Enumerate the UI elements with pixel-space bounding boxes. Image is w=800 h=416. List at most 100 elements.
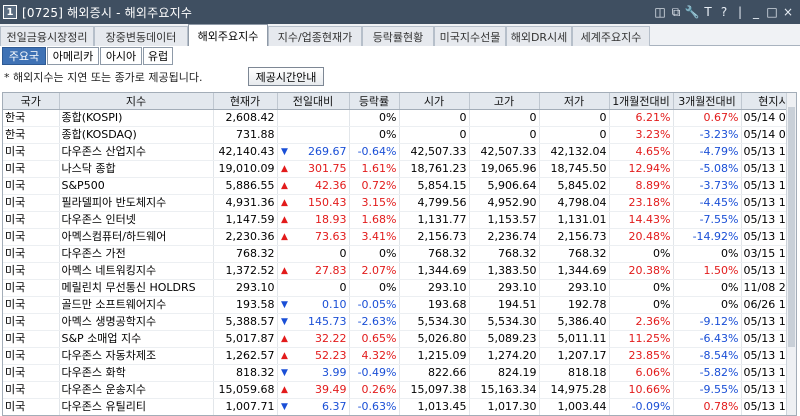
tab-intraday-data[interactable]: 장중변동데이터 [94,26,188,46]
change-cell: ▼ 3.99 [277,364,350,382]
table-row[interactable]: 미국 다우존스 산업지수 42,140.43 ▼ 269.67 -0.64% 42,507.… [3,143,796,161]
month1-cell: 0% [609,279,674,297]
minimize-icon[interactable]: _ [748,5,764,19]
subtab-major[interactable]: 주요국 [2,47,46,65]
tab-rate-status[interactable]: 등락률현황 [362,26,434,46]
tab-world-indices[interactable]: 세계주요지수 [572,26,650,46]
month1-cell: 6.06% [609,364,674,382]
table-row[interactable]: 미국 필라델피아 반도체지수 4,931.36 ▲ 150.43 3.15% 4,799.5… [3,194,796,212]
country-cell: 미국 [3,228,60,246]
change-cell: ▼ 269.67 [277,143,350,161]
price-cell: 5,886.55 [213,177,278,195]
column-header[interactable]: 등락률 [349,93,400,110]
open-cell: 0 [399,126,470,144]
copy-window-icon[interactable]: ⧉ [668,5,684,20]
open-cell: 822.66 [399,364,470,382]
subtab-americas[interactable]: 아메리카 [47,47,99,65]
low-cell: 768.32 [539,245,610,263]
open-cell: 293.10 [399,279,470,297]
time-info-button[interactable]: 제공시간안내 [248,67,324,86]
month1-cell: 23.18% [609,194,674,212]
table-row[interactable]: 미국 다우존스 자동차제조 1,262.57 ▲ 52.23 4.32% 1,215.09 1… [3,347,796,365]
help-icon[interactable]: ? [716,5,732,19]
tab-index-sector-price[interactable]: 지수/업종현재가 [268,26,362,46]
tab-overseas-indices[interactable]: 해외주요지수 [188,24,268,46]
tab-market-summary[interactable]: 전일금융시장정리 [0,26,94,46]
column-header[interactable]: 현재가 [213,93,278,110]
settings-icon[interactable]: 🔧 [684,5,700,19]
tab-us-index-futures[interactable]: 미국지수선물 [434,26,506,46]
up-arrow-icon: ▲ [281,164,288,174]
high-cell: 768.32 [469,245,540,263]
table-row[interactable]: 미국 아멕스컴퓨터/하드웨어 2,230.36 ▲ 73.63 3.41% 2,156.73… [3,228,796,246]
column-header[interactable]: 저가 [539,93,610,110]
month3-cell: 0.67% [673,109,742,127]
column-header[interactable]: 전일대비 [277,93,350,110]
table-row[interactable]: 미국 나스닥 종합 19,010.09 ▲ 301.75 1.61% 18,761.23 19… [3,160,796,178]
rate-cell: 0% [349,245,400,263]
change-value: 0.10 [322,298,347,311]
up-arrow-icon: ▲ [281,215,288,225]
high-cell: 824.19 [469,364,540,382]
month1-cell: 12.94% [609,160,674,178]
table-row[interactable]: 미국 아멕스 네트워킹지수 1,372.52 ▲ 27.83 2.07% 1,344.69 1… [3,262,796,280]
subtab-asia[interactable]: 아시아 [100,47,142,65]
no-change-icon [280,246,290,262]
vertical-scrollbar[interactable] [786,93,796,415]
column-header[interactable]: 3개월전대비 [673,93,742,110]
table-row[interactable]: 한국 종합(KOSDAQ) 731.88 0% 0 0 0 3.23% -3.23% 05/14 … [3,126,796,144]
change-cell: 0 [277,279,350,297]
price-cell: 193.58 [213,296,278,314]
change-value: 32.22 [315,332,347,345]
month3-cell: -4.79% [673,143,742,161]
scrollbar-thumb[interactable] [788,107,795,347]
price-cell: 4,931.36 [213,194,278,212]
column-header[interactable]: 시가 [399,93,470,110]
country-cell: 미국 [3,143,60,161]
table-row[interactable]: 미국 다우존스 운송지수 15,059.68 ▲ 39.49 0.26% 15,097.38… [3,381,796,399]
change-value: 42.36 [315,179,347,192]
index-name-cell: 나스닥 종합 [59,160,214,178]
table-row[interactable]: 한국 종합(KOSPI) 2,608.42 0% 0 0 0 6.21% 0.67% 05/14 … [3,109,796,127]
high-cell: 5,906.64 [469,177,540,195]
change-cell: ▲ 42.36 [277,177,350,195]
region-tab-bar: 주요국 아메리카 아시아 유럽 [0,46,800,66]
rate-cell: -0.05% [349,296,400,314]
window-number-badge: 1 [3,5,17,19]
title-bar: 1 [0725] 해외증시 - 해외주요지수 ◫ ⧉ 🔧 T ? | _ □ × [0,0,800,24]
close-icon[interactable]: × [780,5,796,19]
month3-cell: -4.45% [673,194,742,212]
change-cell: ▼ 145.73 [277,313,350,331]
index-name-cell: 골드만 소프트웨어지수 [59,296,214,314]
subtab-europe[interactable]: 유럽 [143,47,173,65]
column-header[interactable]: 1개월전대비 [609,93,674,110]
high-cell: 1,153.57 [469,211,540,229]
table-row[interactable]: 미국 다우존스 인터넷 1,147.59 ▲ 18.93 1.68% 1,131.77 1,1… [3,211,796,229]
table-row[interactable]: 미국 메릴린치 무선통신 HOLDRS 293.10 0 0% 293.10 293.10 2… [3,279,796,297]
tab-overseas-dr[interactable]: 해외DR시세 [506,26,572,46]
layout-icon[interactable]: ◫ [652,5,668,19]
table-row[interactable]: 미국 S&P 소매업 지수 5,017.87 ▲ 32.22 0.65% 5,026.80 5… [3,330,796,348]
table-row[interactable]: 미국 골드만 소프트웨어지수 193.58 ▼ 0.10 -0.05% 193.68 194.… [3,296,796,314]
country-cell: 미국 [3,364,60,382]
open-cell: 193.68 [399,296,470,314]
rate-cell: 0% [349,279,400,297]
high-cell: 0 [469,126,540,144]
font-size-icon[interactable]: T [700,5,716,19]
country-cell: 한국 [3,126,60,144]
column-header[interactable]: 국가 [3,93,60,110]
column-header[interactable]: 지수 [59,93,214,110]
country-cell: 미국 [3,347,60,365]
price-cell: 5,017.87 [213,330,278,348]
rate-cell: 0% [349,109,400,127]
table-row[interactable]: 미국 다우존스 화학 818.32 ▼ 3.99 -0.49% 822.66 824.19 81… [3,364,796,382]
table-row[interactable]: 미국 아멕스 생명공학지수 5,388.57 ▼ 145.73 -2.63% 5,534.3… [3,313,796,331]
month1-cell: 14.43% [609,211,674,229]
table-row[interactable]: 미국 다우존스 가전 768.32 0 0% 768.32 768.32 768.32 0% 0%… [3,245,796,263]
column-header[interactable]: 고가 [469,93,540,110]
change-cell: ▼ 0.10 [277,296,350,314]
maximize-icon[interactable]: □ [764,5,780,19]
low-cell: 42,132.04 [539,143,610,161]
table-row[interactable]: 미국 다우존스 유틸리티 1,007.71 ▼ 6.37 -0.63% 1,013.45 1,… [3,398,796,415]
table-row[interactable]: 미국 S&P500 5,886.55 ▲ 42.36 0.72% 5,854.15 5,906… [3,177,796,195]
